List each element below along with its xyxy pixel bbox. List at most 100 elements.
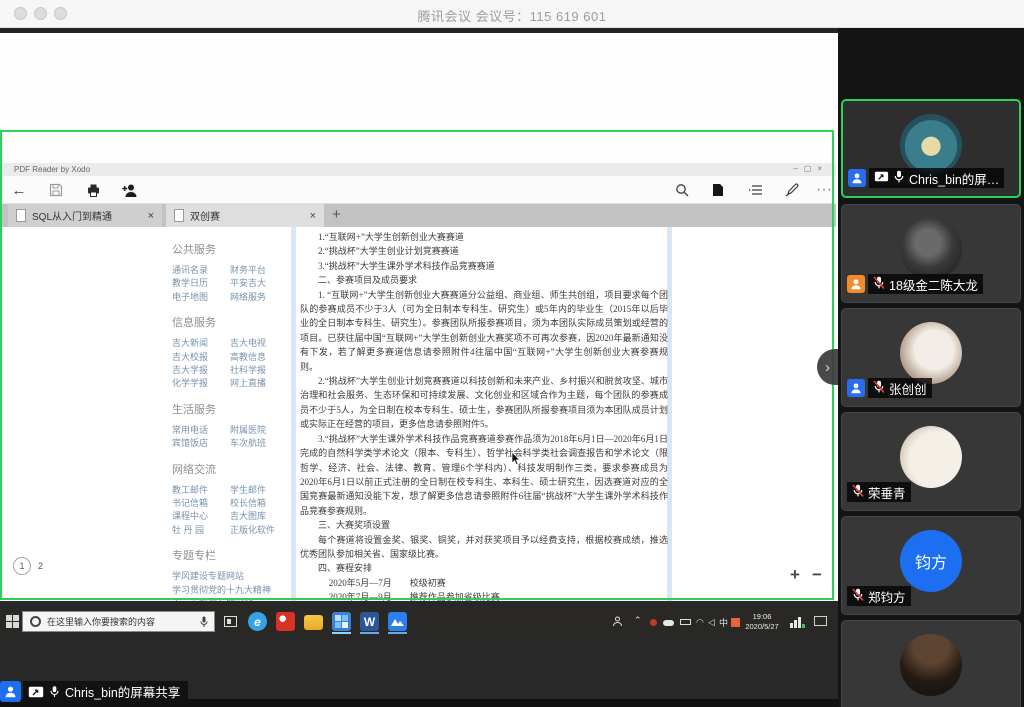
tray-orange-icon[interactable] bbox=[731, 618, 740, 627]
portal-section-title: 信息服务 bbox=[172, 314, 288, 330]
document-paragraph: 四、赛程安排 bbox=[300, 561, 668, 575]
portal-link[interactable]: 社科学报 bbox=[230, 364, 288, 377]
document-paragraph: 1. “互联网+”大学生创新创业大赛赛道分公益组、商业组、师生共创组，项目要求每… bbox=[300, 288, 668, 374]
portal-link-row: 化学学报网上直播 bbox=[172, 377, 288, 390]
page-number-bubble[interactable]: 1 bbox=[13, 557, 31, 575]
add-person-icon[interactable] bbox=[121, 181, 139, 199]
participant-tile[interactable]: 张创创 bbox=[841, 308, 1021, 407]
task-view-icon[interactable] bbox=[224, 616, 237, 627]
portal-link[interactable]: 平安吉大 bbox=[230, 277, 288, 290]
taskbar-search[interactable]: 在这里输入你要搜索的内容 bbox=[22, 611, 215, 632]
portal-link[interactable]: 书记信箱 bbox=[172, 497, 230, 510]
participant-tile[interactable]: 荣垂青 bbox=[841, 412, 1021, 511]
tray-meter-icon[interactable] bbox=[790, 616, 806, 628]
tab-label: SQL从入门到精通 bbox=[32, 208, 112, 223]
new-tab-button[interactable]: + bbox=[332, 206, 341, 223]
portal-link[interactable]: 吉大电视 bbox=[230, 337, 288, 350]
tab-close-icon[interactable]: × bbox=[148, 210, 154, 222]
participant-namebar: 郑钧方 bbox=[847, 586, 911, 606]
tray-red-icon[interactable] bbox=[650, 619, 657, 626]
avatar bbox=[900, 426, 962, 488]
tab-shuangchuangsai[interactable]: 双创赛 × bbox=[166, 204, 324, 227]
document-paragraph: 2020年5月—7月 校级初赛 bbox=[300, 576, 668, 590]
portal-link[interactable]: 网上直播 bbox=[230, 377, 288, 390]
portal-link[interactable]: 教学日历 bbox=[172, 277, 230, 290]
portal-link[interactable]: 网络服务 bbox=[230, 291, 288, 304]
portal-link[interactable]: 学习贯彻党的十九大精神 bbox=[172, 584, 288, 597]
pdf-window-controls[interactable]: –▢× bbox=[793, 164, 828, 173]
portal-link[interactable]: 课程中心 bbox=[172, 510, 230, 523]
document-icon bbox=[16, 209, 26, 222]
titlebar: 腾讯会议 会议号：115 619 601 bbox=[0, 0, 1024, 28]
more-icon[interactable]: ··· bbox=[815, 181, 833, 199]
portal-link[interactable]: 电子地图 bbox=[172, 291, 230, 304]
participant-label: 荣垂青 bbox=[847, 482, 911, 502]
search-mic-icon[interactable] bbox=[200, 616, 208, 628]
save-icon[interactable] bbox=[47, 181, 65, 199]
portal-link[interactable]: 高教信息 bbox=[230, 351, 288, 364]
portal-link[interactable]: 附属医院 bbox=[230, 424, 288, 437]
participant-label: 郑钧方 bbox=[847, 586, 911, 606]
portal-link[interactable]: 化学学报 bbox=[172, 377, 230, 390]
portal-link[interactable]: 吉大图库 bbox=[230, 510, 288, 523]
pen-icon[interactable] bbox=[783, 181, 801, 199]
portal-link[interactable]: 正版化软件 bbox=[230, 524, 288, 537]
tray-network-icon[interactable]: ◠ bbox=[696, 617, 704, 628]
page-icon[interactable] bbox=[709, 181, 727, 199]
outline-icon[interactable] bbox=[746, 181, 764, 199]
print-icon[interactable] bbox=[84, 181, 102, 199]
edge-icon[interactable]: e bbox=[248, 612, 267, 631]
red-browser-icon[interactable] bbox=[276, 612, 295, 631]
tab-close-icon[interactable]: × bbox=[310, 210, 316, 222]
portal-link-row: 宾馆饭店车次航班 bbox=[172, 437, 288, 450]
participant-tile[interactable] bbox=[841, 620, 1021, 707]
avatar bbox=[900, 322, 962, 384]
pdf-tabbar: SQL从入门到精通 × 双创赛 × + bbox=[0, 204, 836, 227]
ime-indicator[interactable]: 中 bbox=[719, 616, 728, 629]
show-desktop-icon[interactable] bbox=[814, 616, 827, 626]
portal-link[interactable]: 校长信箱 bbox=[230, 497, 288, 510]
document-paragraph: 3.“挑战杯”大学生课外学术科技作品竞赛赛道 bbox=[300, 259, 668, 273]
tray-battery-icon[interactable] bbox=[680, 619, 691, 625]
portal-link[interactable]: 财务平台 bbox=[230, 264, 288, 277]
tray-volume-icon[interactable]: ◁ bbox=[708, 617, 715, 628]
participant-tile[interactable]: Chris_bin的屏… bbox=[841, 99, 1021, 198]
tray-cloud-icon[interactable] bbox=[663, 620, 674, 626]
search-icon[interactable] bbox=[673, 181, 691, 199]
tray-expand-icon[interactable]: ⌃ bbox=[634, 615, 642, 626]
participant-tile[interactable]: 18级金二陈大龙 bbox=[841, 204, 1021, 303]
meeting-window: 腾讯会议 会议号：115 619 601 PDF Reader by Xodo … bbox=[0, 0, 1024, 707]
tray-people-icon[interactable] bbox=[612, 616, 623, 627]
blue-app-icon[interactable] bbox=[388, 612, 407, 631]
portal-link[interactable]: 学生邮件 bbox=[230, 484, 288, 497]
portal-link[interactable]: 通讯名录 bbox=[172, 264, 230, 277]
zoom-out-button[interactable]: − bbox=[812, 565, 822, 585]
file-explorer-icon[interactable] bbox=[304, 615, 323, 630]
zoom-in-button[interactable]: + bbox=[790, 565, 800, 585]
participant-name: Chris_bin的屏… bbox=[909, 169, 999, 188]
portal-link[interactable]: 吉大学报 bbox=[172, 364, 230, 377]
pdf-document-area[interactable]: 公共服务通讯名录财务平台教学日历平安吉大电子地图网络服务信息服务吉大新闻吉大电视… bbox=[0, 227, 836, 634]
portal-link[interactable]: 教工邮件 bbox=[172, 484, 230, 497]
cortana-icon bbox=[30, 616, 41, 627]
xodo-pdf-icon[interactable] bbox=[332, 612, 351, 631]
pdf-titlebar[interactable]: PDF Reader by Xodo –▢× bbox=[0, 163, 836, 176]
start-button-icon[interactable] bbox=[6, 615, 19, 628]
mouse-cursor bbox=[511, 452, 521, 466]
participant-tile[interactable]: 钧方郑钧方 bbox=[841, 516, 1021, 615]
portal-link[interactable]: 牡 丹 园 bbox=[172, 524, 230, 537]
tab-sql[interactable]: SQL从入门到精通 × bbox=[8, 204, 162, 227]
portal-link[interactable]: 学风建设专题网站 bbox=[172, 570, 288, 583]
portal-link[interactable]: 车次航班 bbox=[230, 437, 288, 450]
portal-link[interactable]: 宾馆饭店 bbox=[172, 437, 230, 450]
share-banner-text: Chris_bin的屏幕共享 bbox=[65, 682, 180, 701]
portal-link[interactable]: 吉大新闻 bbox=[172, 337, 230, 350]
portal-link[interactable]: 常用电话 bbox=[172, 424, 230, 437]
portal-link[interactable]: 吉大校报 bbox=[172, 351, 230, 364]
taskbar-clock[interactable]: 19:06 2020/5/27 bbox=[742, 612, 782, 631]
document-paragraph: 三、大赛奖项设置 bbox=[300, 518, 668, 532]
pdf-toolbar: ← bbox=[0, 176, 836, 204]
word-icon[interactable]: W bbox=[360, 612, 379, 631]
back-icon[interactable]: ← bbox=[10, 181, 28, 199]
page-number-next[interactable]: 2 bbox=[38, 561, 43, 571]
